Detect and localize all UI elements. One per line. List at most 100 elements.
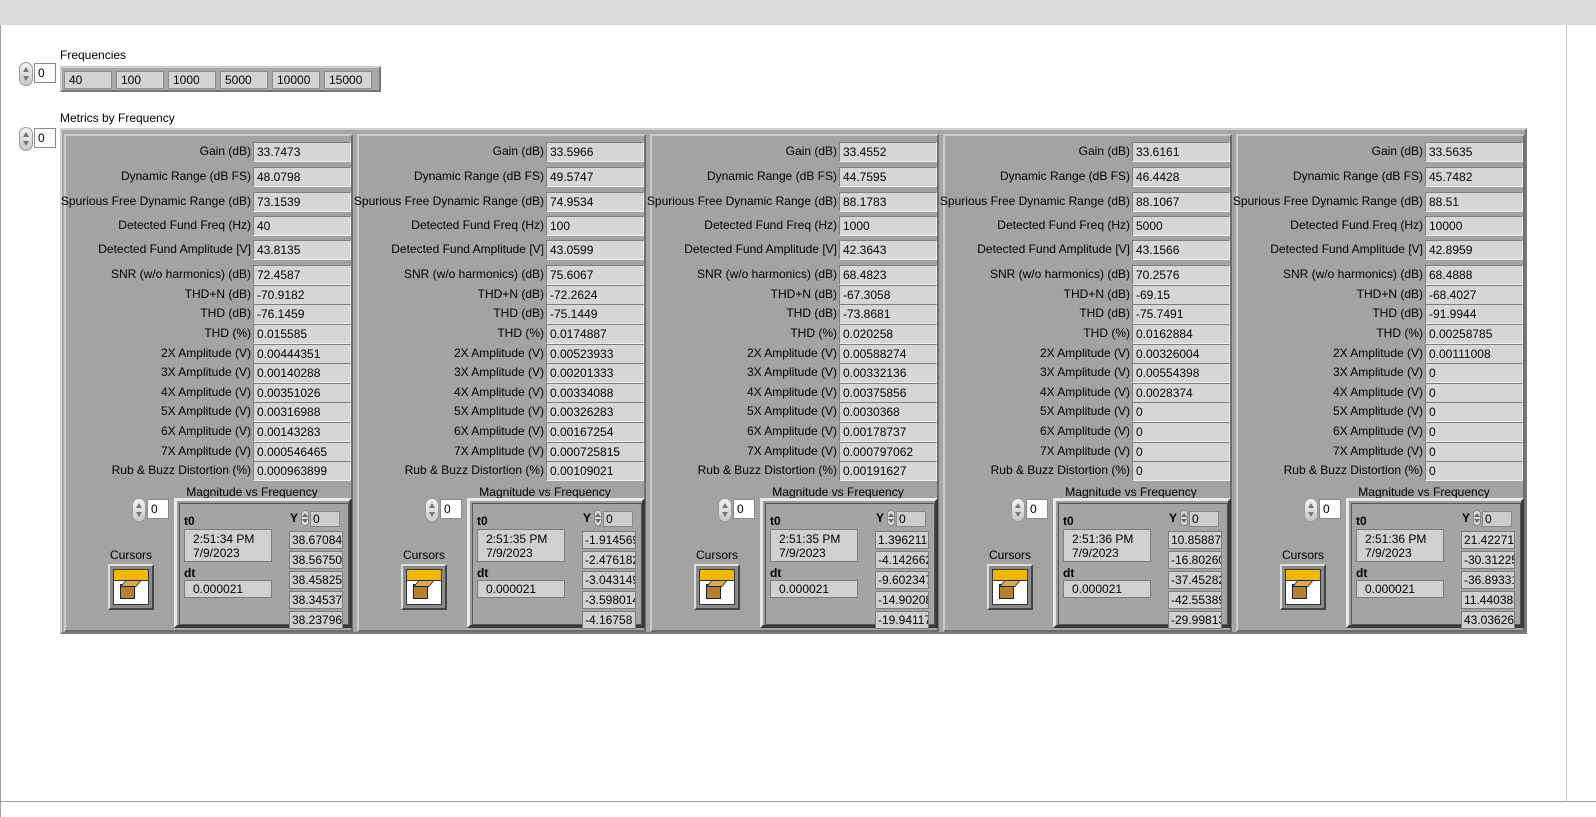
frequency-value-cell[interactable]: 1000 — [168, 71, 216, 89]
metric-value[interactable]: -68.4027 — [1425, 285, 1523, 305]
metric-value[interactable]: 75.6067 — [546, 265, 644, 285]
metric-value[interactable]: 0.00109021 — [546, 461, 644, 481]
metric-value[interactable]: -69.15 — [1132, 285, 1230, 305]
metric-value[interactable]: 42.8959 — [1425, 240, 1523, 260]
cursors-button[interactable] — [987, 564, 1033, 610]
graph-index-value[interactable]: 0 — [440, 499, 462, 519]
metric-value[interactable]: 0 — [1132, 461, 1230, 481]
metric-value[interactable]: 1000 — [839, 216, 937, 236]
y-index-spinner[interactable] — [887, 510, 895, 526]
metric-value[interactable]: 73.1539 — [253, 192, 351, 212]
metric-value[interactable]: 42.3643 — [839, 240, 937, 260]
graph-index-value[interactable]: 0 — [733, 499, 755, 519]
frequency-value-cell[interactable]: 40 — [64, 71, 112, 89]
dt-value[interactable]: 0.000021 — [1063, 580, 1151, 598]
y-value-cell[interactable]: 10.858874 — [1168, 531, 1222, 549]
t0-timestamp[interactable]: 2:51:36 PM 7/9/2023 — [1356, 529, 1444, 562]
y-value-cell[interactable]: -14.902084 — [875, 591, 929, 609]
metric-value[interactable]: 43.8135 — [253, 240, 351, 260]
y-value-cell[interactable]: -4.142662 — [875, 551, 929, 569]
metric-value[interactable]: 45.7482 — [1425, 167, 1523, 187]
metric-value[interactable]: 0.00143283 — [253, 422, 351, 442]
metric-value[interactable]: 0 — [1425, 422, 1523, 442]
graph-index-spinner[interactable] — [1011, 498, 1025, 522]
y-index-spinner[interactable] — [1473, 510, 1481, 526]
y-index-spinner[interactable] — [594, 510, 602, 526]
y-value-cell[interactable]: -16.802603 — [1168, 551, 1222, 569]
graph-index-value[interactable]: 0 — [1026, 499, 1048, 519]
y-index-spinner[interactable] — [301, 510, 309, 526]
metric-value[interactable]: -91.9944 — [1425, 304, 1523, 324]
graph-index-spinner[interactable] — [718, 498, 732, 522]
metric-value[interactable]: 88.1067 — [1132, 192, 1230, 212]
frequency-value-cell[interactable]: 15000 — [324, 71, 372, 89]
y-value-cell[interactable]: -1.914569 — [582, 531, 636, 549]
metric-value[interactable]: -75.7491 — [1132, 304, 1230, 324]
y-value-cell[interactable]: 1.396211 — [875, 531, 929, 549]
y-value-cell[interactable]: -36.893312 — [1461, 571, 1515, 589]
metric-value[interactable]: -73.8681 — [839, 304, 937, 324]
metric-value[interactable]: 0.00191627 — [839, 461, 937, 481]
graph-index-spinner[interactable] — [425, 498, 439, 522]
metric-value[interactable]: 5000 — [1132, 216, 1230, 236]
y-value-cell[interactable]: -30.312255 — [1461, 551, 1515, 569]
metric-value[interactable]: 0 — [1425, 442, 1523, 462]
metric-value[interactable]: 33.4552 — [839, 142, 937, 162]
graph-index-spinner[interactable] — [1304, 498, 1318, 522]
y-value-cell[interactable]: 38.237969 — [289, 611, 343, 629]
y-value-cell[interactable]: 43.036263 — [1461, 611, 1515, 629]
metric-value[interactable]: 0 — [1425, 461, 1523, 481]
cursors-button[interactable] — [108, 564, 154, 610]
t0-timestamp[interactable]: 2:51:35 PM 7/9/2023 — [477, 529, 565, 562]
metric-value[interactable]: -76.1459 — [253, 304, 351, 324]
dt-value[interactable]: 0.000021 — [1356, 580, 1444, 598]
graph-index-value[interactable]: 0 — [1319, 499, 1341, 519]
metric-value[interactable]: 0.00588274 — [839, 344, 937, 364]
metric-value[interactable]: 0.00351026 — [253, 383, 351, 403]
metric-value[interactable]: 33.6161 — [1132, 142, 1230, 162]
metric-value[interactable]: 70.2576 — [1132, 265, 1230, 285]
metric-value[interactable]: 33.7473 — [253, 142, 351, 162]
dt-value[interactable]: 0.000021 — [184, 580, 272, 598]
cursors-button[interactable] — [1280, 564, 1326, 610]
metric-value[interactable]: -75.1449 — [546, 304, 644, 324]
metric-value[interactable]: 0.020258 — [839, 324, 937, 344]
y-value-cell[interactable]: 11.440385 — [1461, 591, 1515, 609]
y-index-value[interactable]: 0 — [896, 511, 926, 527]
frequencies-index-value[interactable]: 0 — [34, 63, 56, 83]
y-index-value[interactable]: 0 — [603, 511, 633, 527]
graph-index-spinner[interactable] — [132, 498, 146, 522]
frequency-value-cell[interactable]: 5000 — [220, 71, 268, 89]
metric-value[interactable]: 43.1566 — [1132, 240, 1230, 260]
metrics-index-value[interactable]: 0 — [34, 128, 56, 148]
y-value-cell[interactable]: -19.941174 — [875, 611, 929, 629]
y-value-cell[interactable]: -4.16758 — [582, 611, 636, 629]
y-index-spinner[interactable] — [1180, 510, 1188, 526]
metric-value[interactable]: 0.00375856 — [839, 383, 937, 403]
metric-value[interactable]: 88.1783 — [839, 192, 937, 212]
metric-value[interactable]: 88.51 — [1425, 192, 1523, 212]
metric-value[interactable]: -72.2624 — [546, 285, 644, 305]
metric-value[interactable]: 0.00554398 — [1132, 363, 1230, 383]
metric-value[interactable]: 33.5635 — [1425, 142, 1523, 162]
metric-value[interactable]: 0.015585 — [253, 324, 351, 344]
metric-value[interactable]: 0.00326004 — [1132, 344, 1230, 364]
metric-value[interactable]: 0.00167254 — [546, 422, 644, 442]
metric-value[interactable]: 0.0162884 — [1132, 324, 1230, 344]
metric-value[interactable]: 0.000797062 — [839, 442, 937, 462]
y-value-cell[interactable]: -2.476182 — [582, 551, 636, 569]
metric-value[interactable]: 0 — [1425, 402, 1523, 422]
metric-value[interactable]: 0.00201333 — [546, 363, 644, 383]
y-value-cell[interactable]: 38.458255 — [289, 571, 343, 589]
metric-value[interactable]: 0 — [1132, 402, 1230, 422]
metric-value[interactable]: 0.00140288 — [253, 363, 351, 383]
metric-value[interactable]: 10000 — [1425, 216, 1523, 236]
metric-value[interactable]: 44.7595 — [839, 167, 937, 187]
metric-value[interactable]: 0.00444351 — [253, 344, 351, 364]
metric-value[interactable]: 0 — [1132, 442, 1230, 462]
metric-value[interactable]: 68.4888 — [1425, 265, 1523, 285]
metric-value[interactable]: 40 — [253, 216, 351, 236]
y-value-cell[interactable]: -37.452821 — [1168, 571, 1222, 589]
y-value-cell[interactable]: -3.598014 — [582, 591, 636, 609]
y-value-cell[interactable]: 21.42271 — [1461, 531, 1515, 549]
